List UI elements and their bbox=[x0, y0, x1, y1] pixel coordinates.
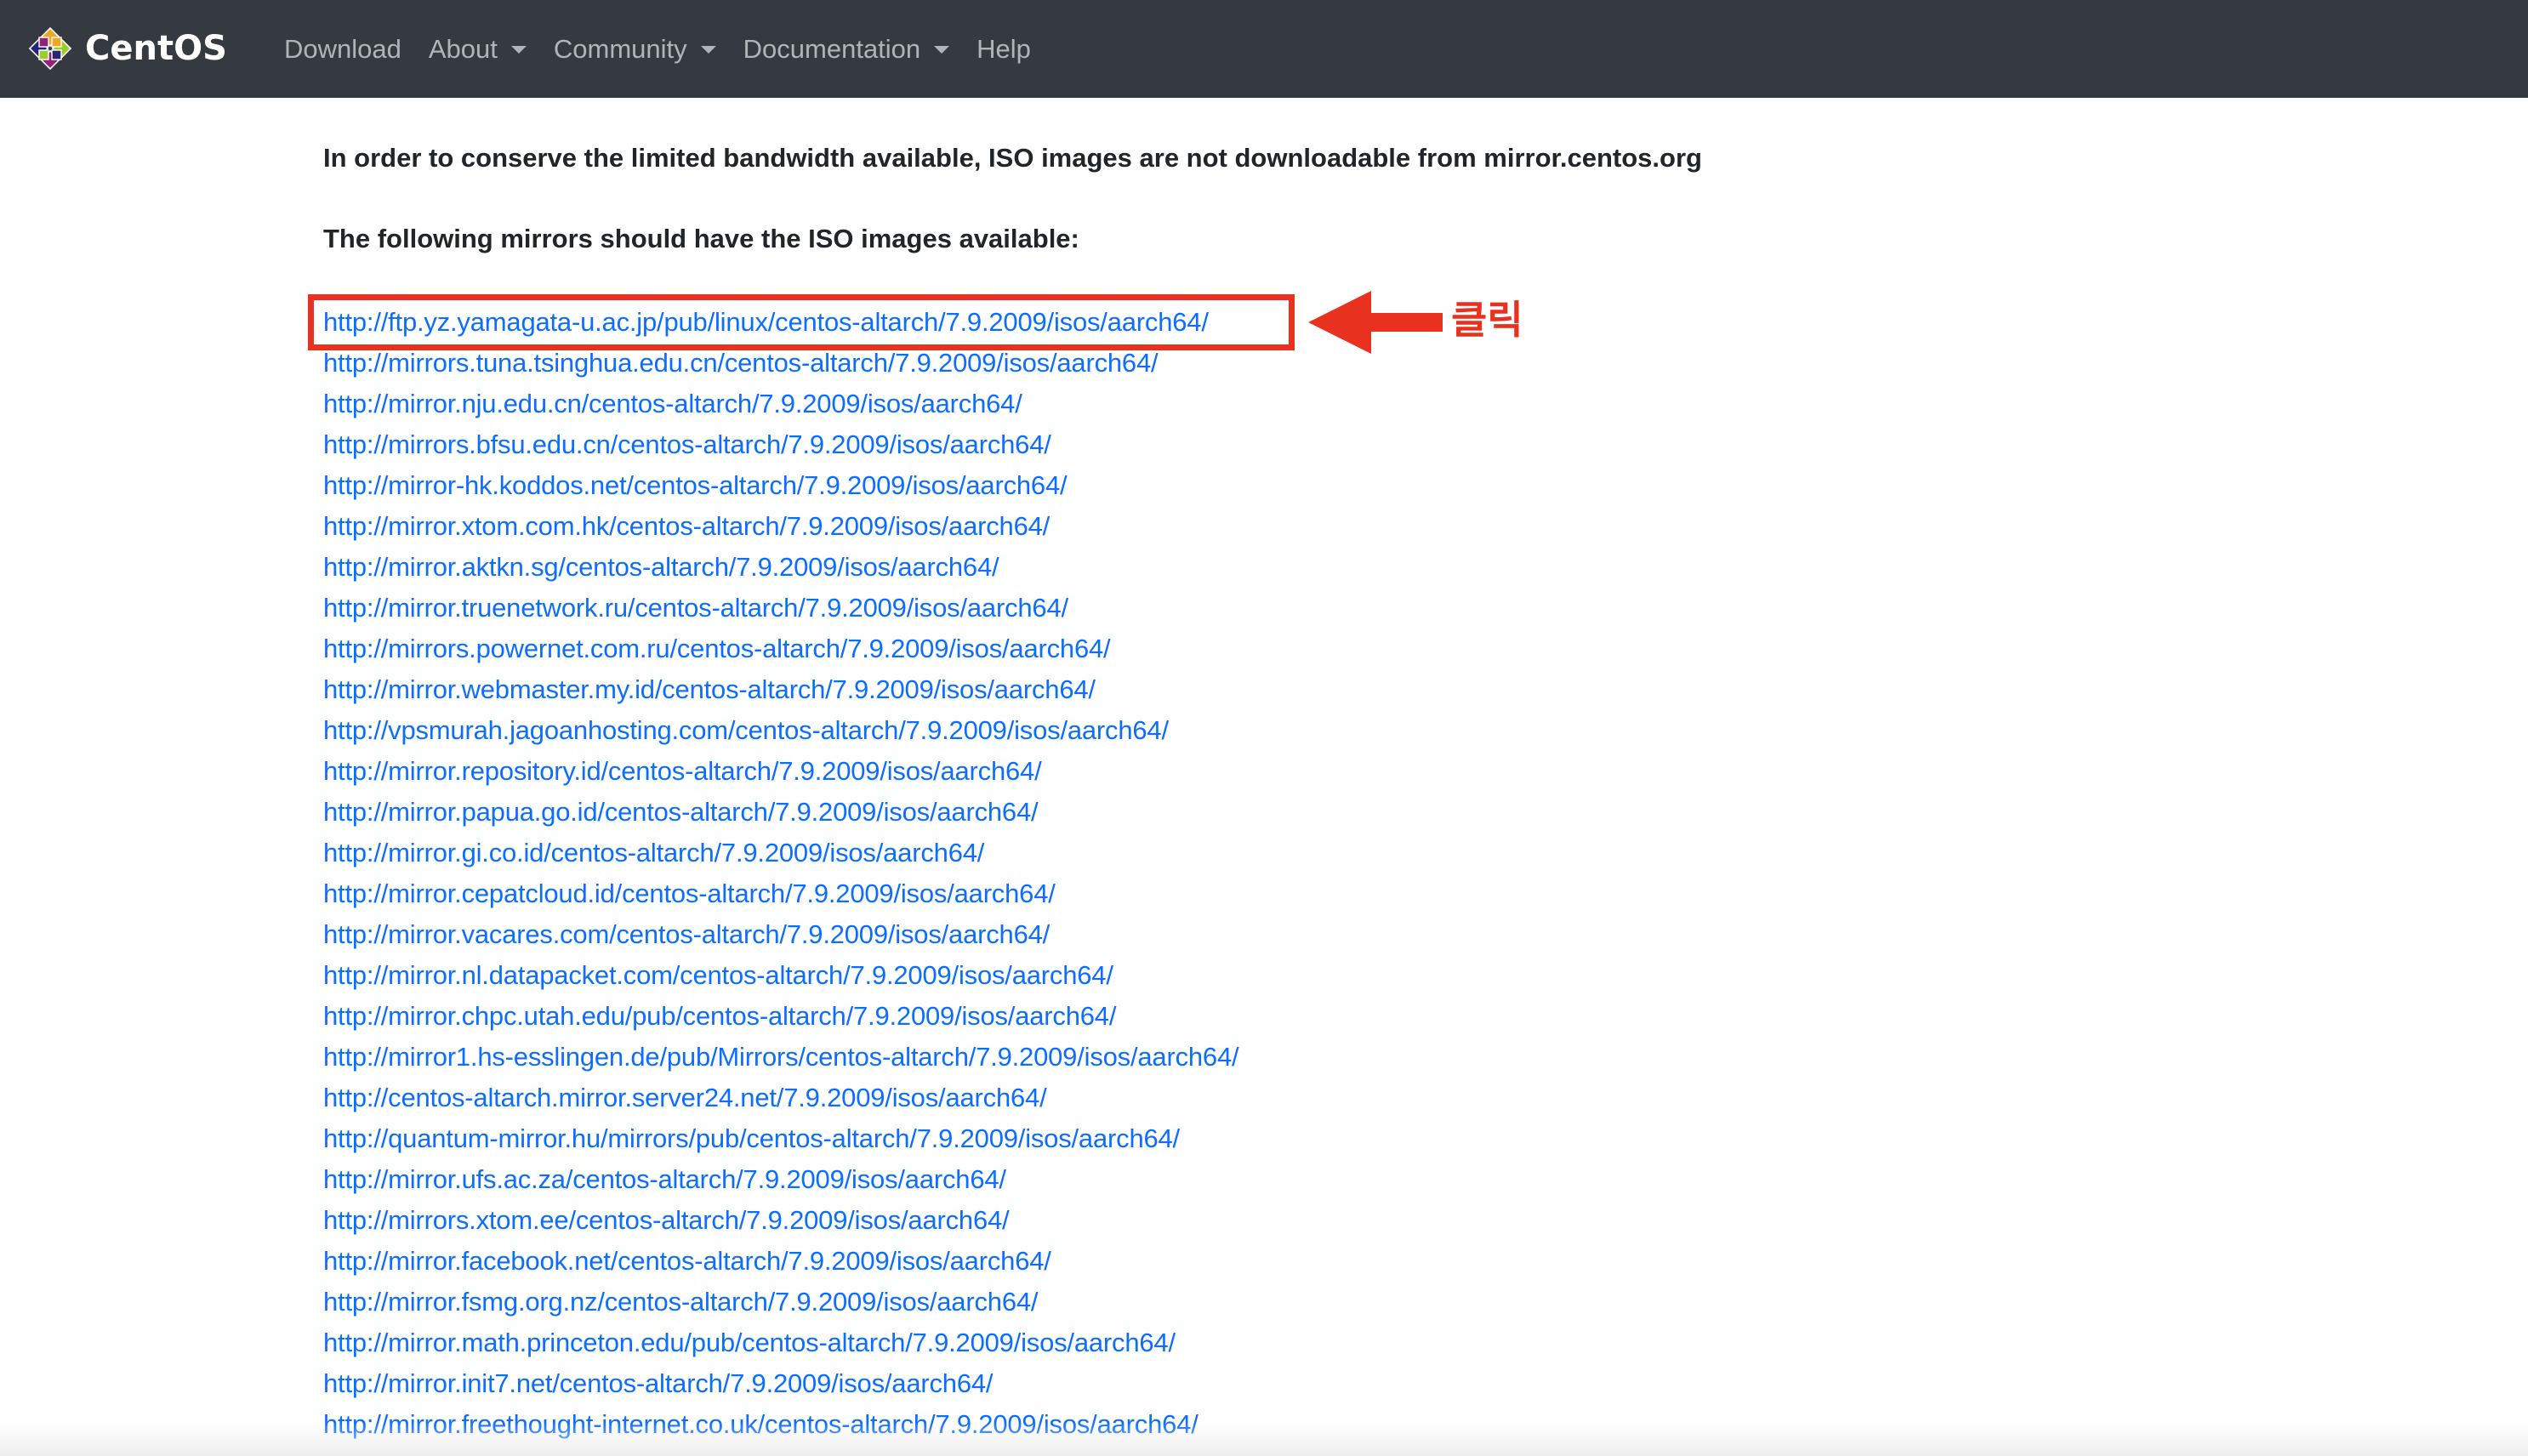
annotation-label: 클릭 bbox=[1451, 298, 1523, 342]
list-item: http://mirrors.tuna.tsinghua.edu.cn/cent… bbox=[323, 343, 1238, 384]
mirror-link[interactable]: http://mirror.nl.datapacket.com/centos-a… bbox=[323, 960, 1113, 990]
mirror-link[interactable]: http://quantum-mirror.hu/mirrors/pub/cen… bbox=[323, 1123, 1180, 1153]
mirror-link[interactable]: http://mirror.chpc.utah.edu/pub/centos-a… bbox=[323, 1001, 1116, 1031]
caret-down-icon bbox=[934, 46, 950, 54]
mirror-link[interactable]: http://vpsmurah.jagoanhosting.com/centos… bbox=[323, 715, 1169, 745]
list-item: http://vpsmurah.jagoanhosting.com/centos… bbox=[323, 710, 1238, 751]
mirror-link[interactable]: http://mirror.xtom.com.hk/centos-altarch… bbox=[323, 511, 1050, 541]
mirror-list: http://ftp.yz.yamagata-u.ac.jp/pub/linux… bbox=[323, 302, 1239, 1445]
centos-logo-icon bbox=[26, 24, 75, 73]
nav-download[interactable]: Download bbox=[284, 36, 401, 62]
mirror-link[interactable]: http://mirrors.xtom.ee/centos-altarch/7.… bbox=[323, 1205, 1010, 1235]
top-navbar: CentOS Download About Community Document… bbox=[0, 0, 2528, 98]
list-item: http://mirror.fsmg.org.nz/centos-altarch… bbox=[323, 1282, 1238, 1322]
mirror-link[interactable]: http://mirror.init7.net/centos-altarch/7… bbox=[323, 1368, 994, 1398]
mirror-link[interactable]: http://mirror.nju.edu.cn/centos-altarch/… bbox=[323, 389, 1022, 418]
list-item: http://mirror.facebook.net/centos-altarc… bbox=[323, 1241, 1238, 1282]
nav-documentation-dropdown[interactable]: Documentation bbox=[743, 36, 950, 62]
mirror-link[interactable]: http://mirror.repository.id/centos-altar… bbox=[323, 756, 1042, 786]
mirror-link[interactable]: http://mirror.freethought-internet.co.uk… bbox=[323, 1409, 1199, 1439]
mirror-link[interactable]: http://mirror.truenetwork.ru/centos-alta… bbox=[323, 593, 1068, 623]
list-item: http://mirror.vacares.com/centos-altarch… bbox=[323, 914, 1238, 955]
nav-download-label: Download bbox=[284, 34, 401, 64]
list-item: http://mirror-hk.koddos.net/centos-altar… bbox=[323, 465, 1238, 506]
mirror-link[interactable]: http://mirror.math.princeton.edu/pub/cen… bbox=[323, 1328, 1176, 1357]
list-item: http://mirror.math.princeton.edu/pub/cen… bbox=[323, 1322, 1238, 1363]
list-item: http://mirrors.xtom.ee/centos-altarch/7.… bbox=[323, 1200, 1238, 1241]
list-item: http://mirror.gi.co.id/centos-altarch/7.… bbox=[323, 833, 1238, 873]
list-item: http://mirror.webmaster.my.id/centos-alt… bbox=[323, 669, 1238, 710]
nav-help[interactable]: Help bbox=[976, 36, 1031, 62]
mirror-link[interactable]: http://mirror.webmaster.my.id/centos-alt… bbox=[323, 674, 1096, 704]
brand-link[interactable]: CentOS bbox=[26, 22, 227, 75]
mirror-link[interactable]: http://mirror-hk.koddos.net/centos-altar… bbox=[323, 470, 1068, 500]
mirror-link[interactable]: http://ftp.yz.yamagata-u.ac.jp/pub/linux… bbox=[323, 307, 1209, 337]
mirrors-heading: The following mirrors should have the IS… bbox=[323, 224, 1079, 253]
nav-menu: Download About Community Documentation H… bbox=[284, 0, 1031, 98]
mirror-link[interactable]: http://mirror.facebook.net/centos-altarc… bbox=[323, 1246, 1051, 1276]
mirror-link[interactable]: http://mirror.ufs.ac.za/centos-altarch/7… bbox=[323, 1164, 1006, 1194]
caret-down-icon bbox=[700, 46, 716, 54]
mirror-link[interactable]: http://mirror.gi.co.id/centos-altarch/7.… bbox=[323, 838, 984, 867]
mirror-link[interactable]: http://mirror.vacares.com/centos-altarch… bbox=[323, 919, 1050, 949]
mirror-link[interactable]: http://mirrors.tuna.tsinghua.edu.cn/cent… bbox=[323, 348, 1159, 378]
list-item: http://mirror.ufs.ac.za/centos-altarch/7… bbox=[323, 1159, 1238, 1200]
mirror-link[interactable]: http://mirrors.powernet.com.ru/centos-al… bbox=[323, 634, 1111, 663]
nav-community-dropdown[interactable]: Community bbox=[554, 36, 716, 62]
list-item: http://mirror.papua.go.id/centos-altarch… bbox=[323, 792, 1238, 833]
list-item: http://mirror.truenetwork.ru/centos-alta… bbox=[323, 588, 1238, 628]
nav-about-dropdown[interactable]: About bbox=[429, 36, 527, 62]
list-item: http://mirror.init7.net/centos-altarch/7… bbox=[323, 1363, 1238, 1404]
nav-help-label: Help bbox=[976, 34, 1031, 64]
list-item: http://mirrors.bfsu.edu.cn/centos-altarc… bbox=[323, 424, 1238, 465]
list-item: http://ftp.yz.yamagata-u.ac.jp/pub/linux… bbox=[323, 302, 1238, 343]
list-item: http://mirror.nl.datapacket.com/centos-a… bbox=[323, 955, 1238, 996]
list-item: http://mirror.freethought-internet.co.uk… bbox=[323, 1404, 1238, 1445]
bandwidth-notice: In order to conserve the limited bandwid… bbox=[323, 143, 1702, 173]
mirror-link[interactable]: http://mirror.cepatcloud.id/centos-altar… bbox=[323, 879, 1056, 908]
list-item: http://mirror.aktkn.sg/centos-altarch/7.… bbox=[323, 547, 1238, 588]
mirror-link[interactable]: http://mirror.aktkn.sg/centos-altarch/7.… bbox=[323, 552, 999, 582]
mirror-link[interactable]: http://mirror.fsmg.org.nz/centos-altarch… bbox=[323, 1287, 1039, 1317]
list-item: http://mirror.cepatcloud.id/centos-altar… bbox=[323, 873, 1238, 914]
list-item: http://centos-altarch.mirror.server24.ne… bbox=[323, 1078, 1238, 1118]
mirror-link[interactable]: http://mirror.papua.go.id/centos-altarch… bbox=[323, 797, 1039, 827]
left-arrow-icon bbox=[1308, 291, 1443, 354]
caret-down-icon bbox=[510, 46, 527, 54]
nav-documentation-label: Documentation bbox=[743, 34, 921, 64]
list-item: http://mirror.xtom.com.hk/centos-altarch… bbox=[323, 506, 1238, 547]
list-item: http://quantum-mirror.hu/mirrors/pub/cen… bbox=[323, 1118, 1238, 1159]
nav-about-label: About bbox=[428, 34, 498, 64]
mirror-link[interactable]: http://centos-altarch.mirror.server24.ne… bbox=[323, 1083, 1047, 1112]
nav-community-label: Community bbox=[553, 34, 687, 64]
list-item: http://mirrors.powernet.com.ru/centos-al… bbox=[323, 628, 1238, 669]
brand-text: CentOS bbox=[85, 29, 227, 68]
mirror-link[interactable]: http://mirror1.hs-esslingen.de/pub/Mirro… bbox=[323, 1042, 1239, 1072]
list-item: http://mirror.chpc.utah.edu/pub/centos-a… bbox=[323, 996, 1238, 1037]
list-item: http://mirror.nju.edu.cn/centos-altarch/… bbox=[323, 384, 1238, 424]
mirror-link[interactable]: http://mirrors.bfsu.edu.cn/centos-altarc… bbox=[323, 429, 1051, 459]
list-item: http://mirror.repository.id/centos-altar… bbox=[323, 751, 1238, 792]
list-item: http://mirror1.hs-esslingen.de/pub/Mirro… bbox=[323, 1037, 1239, 1078]
